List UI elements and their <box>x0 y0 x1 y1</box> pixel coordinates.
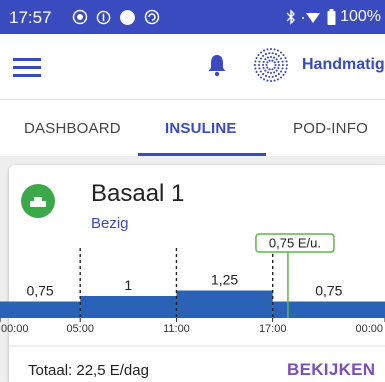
daily-total-label: Totaal: 22,5 E/dag <box>28 362 149 379</box>
basal-segment-bar <box>0 301 81 318</box>
axis-tick-label: 17:00 <box>259 323 287 335</box>
basal-rate-chart: 0,75 1 1,25 0,75 0,75 E/u. 00:00 05:00 11:00 17:… <box>0 233 385 347</box>
current-rate-label: 0,75 E/u. <box>269 236 321 251</box>
basal-segment-bar <box>272 301 385 318</box>
axis-tick-label: 00:00 <box>1 323 29 335</box>
axis-tick-label: 05:00 <box>66 323 94 335</box>
basal-segment-value: 1 <box>124 277 132 293</box>
basal-segment-value: 0,75 <box>315 283 342 299</box>
axis-tick-label: 00:00 <box>355 323 383 335</box>
basal-segment-bar <box>80 296 177 318</box>
basal-segment-value: 0,75 <box>26 283 53 299</box>
basal-segment-value: 1,25 <box>211 272 238 288</box>
view-button[interactable]: BEKIJKEN <box>287 360 375 380</box>
axis-tick-label: 11:00 <box>163 323 190 335</box>
basal-segment-bar <box>176 290 273 318</box>
